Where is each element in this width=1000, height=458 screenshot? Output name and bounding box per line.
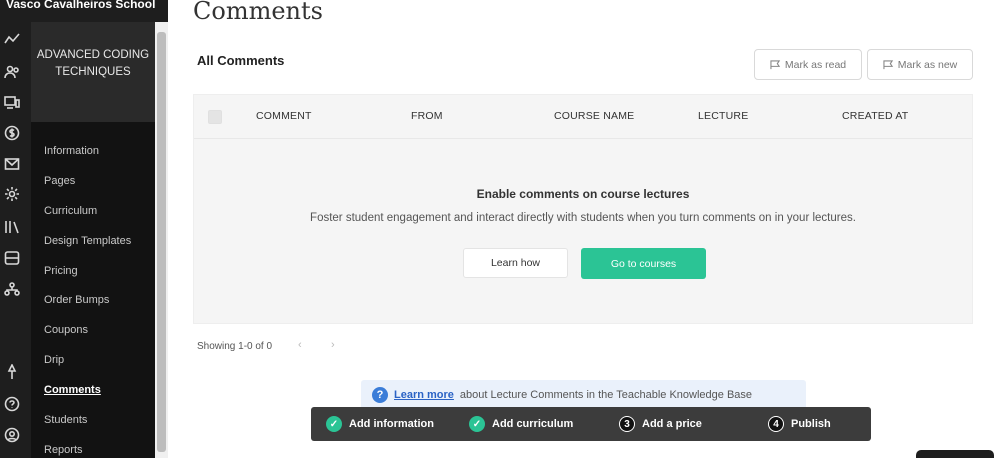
page-title: Comments [193, 0, 323, 25]
step-label: Add curriculum [492, 418, 574, 430]
chat-widget-tab[interactable] [916, 450, 994, 458]
column-header-from[interactable]: FROM [411, 110, 443, 122]
mark-as-new-button[interactable]: Mark as new [867, 49, 973, 80]
check-icon: ✓ [326, 416, 342, 432]
step-label: Add a price [642, 418, 702, 430]
step-number: 4 [768, 416, 784, 432]
course-nav-item-information[interactable]: Information [31, 137, 155, 167]
column-header-comment[interactable]: COMMENT [256, 110, 312, 122]
mark-as-new-label: Mark as new [897, 58, 958, 71]
library-icon[interactable] [3, 218, 21, 236]
help-icon[interactable] [3, 395, 21, 413]
step-add-curriculum[interactable]: ✓ Add curriculum [469, 416, 573, 432]
step-publish[interactable]: 4 Publish [768, 416, 831, 432]
gear-icon[interactable] [3, 185, 21, 203]
mark-as-read-button[interactable]: Mark as read [754, 49, 862, 80]
course-nav-item-curriculum[interactable]: Curriculum [31, 197, 155, 227]
step-add-information[interactable]: ✓ Add information [326, 416, 434, 432]
course-nav-item-drip[interactable]: Drip [31, 346, 155, 376]
check-icon: ✓ [469, 416, 485, 432]
learn-how-button[interactable]: Learn how [463, 248, 568, 278]
icon-rail [0, 22, 31, 458]
publish-stepper: ✓ Add information ✓ Add curriculum 3 Add… [311, 407, 871, 441]
trend-icon[interactable] [3, 30, 21, 48]
table-header: COMMENT FROM COURSE NAME LECTURE CREATED… [194, 95, 972, 139]
course-nav-item-order-bumps[interactable]: Order Bumps [31, 286, 155, 316]
comments-table: COMMENT FROM COURSE NAME LECTURE CREATED… [193, 94, 973, 324]
column-header-course-name[interactable]: COURSE NAME [554, 110, 634, 122]
step-number: 3 [619, 416, 635, 432]
course-nav-list: Information Pages Curriculum Design Templat… [31, 137, 155, 458]
empty-state-text: Foster student engagement and interact d… [310, 212, 856, 224]
select-all-checkbox[interactable] [208, 110, 222, 124]
column-header-lecture[interactable]: LECTURE [698, 110, 748, 122]
scrollbar-thumb[interactable] [157, 32, 166, 452]
course-nav-item-reports[interactable]: Reports [31, 436, 155, 458]
course-sidebar: ADVANCED CODING TECHNIQUES Information Pa… [31, 22, 155, 458]
next-page-button[interactable]: › [331, 339, 335, 351]
knowledge-base-banner: ? Learn more about Lecture Comments in t… [361, 380, 806, 410]
flag-icon [770, 59, 781, 69]
step-add-a-price[interactable]: 3 Add a price [619, 416, 702, 432]
prev-page-button[interactable]: ‹ [298, 339, 302, 351]
question-icon: ? [372, 387, 388, 403]
course-nav-item-design-templates[interactable]: Design Templates [31, 227, 155, 257]
empty-state-title: Enable comments on course lectures [476, 187, 690, 201]
mark-as-read-label: Mark as read [784, 58, 847, 71]
course-nav-item-pages[interactable]: Pages [31, 167, 155, 197]
course-nav-item-students[interactable]: Students [31, 406, 155, 436]
account-icon[interactable] [3, 426, 21, 444]
section-title: All Comments [197, 53, 285, 68]
column-header-created-at[interactable]: CREATED AT [842, 110, 908, 122]
step-label: Publish [791, 418, 831, 430]
app-root: Vasco Cavalheiros School ADVANCED CODING… [0, 0, 1000, 458]
kb-banner-text: about Lecture Comments in the Teachable … [459, 389, 753, 401]
step-label: Add information [349, 418, 434, 430]
devices-icon[interactable] [3, 93, 21, 111]
course-nav-item-comments[interactable]: Comments [31, 376, 155, 406]
org-icon[interactable] [3, 280, 21, 298]
mail-icon[interactable] [3, 155, 21, 173]
users-icon[interactable] [3, 63, 21, 81]
flag-icon [883, 59, 893, 69]
course-title[interactable]: ADVANCED CODING TECHNIQUES [31, 22, 155, 122]
go-to-courses-button[interactable]: Go to courses [581, 248, 706, 279]
pin-icon[interactable] [3, 363, 21, 381]
sidebar-scrollbar[interactable] [155, 22, 168, 458]
dollar-icon[interactable] [3, 124, 21, 142]
course-nav-item-coupons[interactable]: Coupons [31, 316, 155, 346]
course-nav-item-pricing[interactable]: Pricing [31, 257, 155, 287]
pagination-summary: Showing 1-0 of 0 [197, 341, 273, 352]
learn-more-link[interactable]: Learn more [394, 389, 454, 401]
school-name[interactable]: Vasco Cavalheiros School [0, 0, 168, 22]
storage-icon[interactable] [3, 249, 21, 267]
